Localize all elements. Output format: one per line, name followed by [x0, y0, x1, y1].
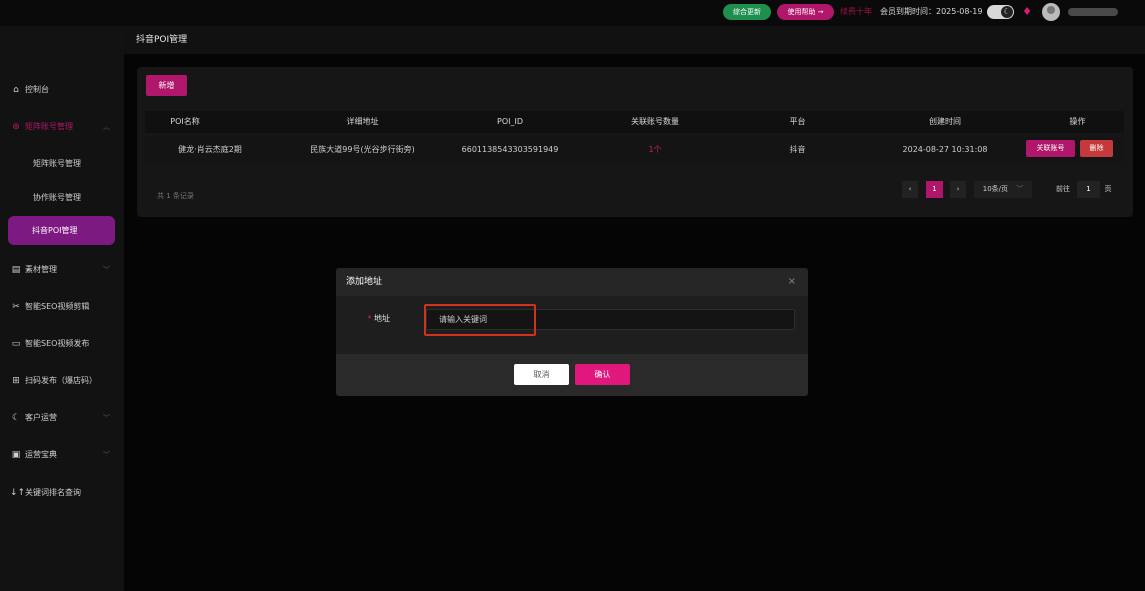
goto-page-input[interactable]: 1	[1077, 181, 1100, 198]
required-mark: *	[367, 314, 372, 323]
sidebar-item-ops-guide[interactable]: ▣ 运营宝典 ﹀	[0, 443, 124, 467]
sidebar-item-matrix-accounts[interactable]: ⊕ 矩阵账号管理 ︿	[0, 115, 124, 139]
sidebar-item-qr-publish[interactable]: ⊞ 扫码发布（爆店码）	[0, 369, 124, 393]
chevron-down-icon: ﹀	[103, 451, 110, 459]
customer-icon: ☾	[11, 413, 21, 423]
total-count: 共 1 条记录	[157, 192, 194, 200]
theme-toggle[interactable]: ☾	[987, 5, 1014, 19]
address-label: * 地址	[360, 310, 390, 328]
sidebar-item-label: 智能SEO视频发布	[25, 339, 90, 348]
sidebar-item-customer-ops[interactable]: ☾ 客户运营 ﹀	[0, 406, 124, 430]
dialog-footer: 取消 确认	[336, 354, 808, 396]
prev-page-button[interactable]: ‹	[902, 181, 918, 198]
column-header: POI名称	[170, 117, 200, 126]
sidebar-item-label: 矩阵账号管理	[25, 122, 73, 131]
moon-icon: ☾	[1001, 6, 1013, 18]
update-button[interactable]: 综合更新	[723, 4, 771, 20]
sidebar-item-materials[interactable]: ▤ 素材管理 ﹀	[0, 258, 124, 282]
page-title: 抖音POI管理	[124, 26, 1145, 54]
qrcode-icon: ⊞	[12, 376, 20, 386]
column-header: 关联账号数量	[631, 117, 679, 126]
top-bar: 综合更新 使用帮助 → 续费十年 会员到期时间：2025-08-19 ☾ ♦	[0, 0, 1145, 26]
sidebar-item-label: 控制台	[25, 85, 49, 94]
chevron-up-icon: ︿	[103, 123, 110, 131]
next-page-button[interactable]: ›	[950, 181, 966, 198]
page-number-current[interactable]: 1	[926, 181, 943, 198]
poi-panel: 新增 POI名称 详细地址 POI_ID 关联账号数量 平台 创建时间 操作 健…	[137, 67, 1133, 217]
sidebar-item-label: 关键词排名查询	[25, 488, 81, 497]
globe-icon: ⊕	[12, 122, 20, 132]
sidebar: ⌂ 控制台 ⊕ 矩阵账号管理 ︿ 矩阵账号管理 协作账号管理 抖音POI管理 ▤…	[0, 26, 124, 591]
sidebar-item-label: 智能SEO视频剪辑	[25, 302, 90, 311]
address-label-text: 地址	[374, 314, 390, 323]
home-icon: ⌂	[13, 85, 19, 95]
link-account-button[interactable]: 关联账号	[1026, 140, 1075, 157]
sidebar-item-label: 运营宝典	[25, 450, 57, 459]
confirm-button[interactable]: 确认	[575, 364, 630, 385]
sidebar-item-label: 素材管理	[25, 265, 57, 274]
table-row: 健龙·肖云杰庭2期 民族大道99号(光谷步行街旁) 66011385433035…	[145, 137, 1124, 163]
expire-text: 会员到期时间：2025-08-19	[880, 7, 983, 16]
column-header: 操作	[1069, 117, 1086, 126]
chevron-down-icon: ﹀	[103, 266, 110, 274]
column-header: 创建时间	[929, 117, 961, 126]
folder-icon: ▤	[11, 265, 21, 275]
sidebar-item-label: 客户运营	[25, 413, 57, 422]
renew-link[interactable]: 续费十年	[840, 6, 872, 18]
sidebar-subitem-douyin-poi[interactable]: 抖音POI管理	[8, 216, 115, 245]
linked-count-link[interactable]: 1个	[595, 137, 715, 163]
sidebar-item-seo-edit[interactable]: ✂ 智能SEO视频剪辑	[0, 295, 124, 319]
scissors-icon: ✂	[12, 302, 20, 312]
avatar[interactable]	[1042, 3, 1060, 21]
sidebar-subitem-collab-account[interactable]: 协作账号管理	[0, 186, 124, 210]
goto-label: 前往	[1056, 185, 1070, 193]
sidebar-item-keyword-rank[interactable]: ↓↑ 关键词排名查询	[0, 481, 124, 505]
delete-button[interactable]: 删除	[1080, 140, 1113, 157]
bell-icon[interactable]: ♦	[1020, 4, 1034, 20]
sidebar-item-dashboard[interactable]: ⌂ 控制台	[0, 78, 124, 102]
address-input[interactable]	[426, 309, 795, 330]
poi-address: 民族大道99号(光谷步行街旁)	[310, 145, 415, 154]
dialog-header: 添加地址 ×	[336, 268, 808, 296]
page-suffix: 页	[1104, 185, 1112, 193]
close-icon[interactable]: ×	[788, 268, 796, 296]
created-time: 2024-08-27 10:31:08	[902, 145, 988, 154]
add-button[interactable]: 新增	[146, 75, 187, 96]
sidebar-item-seo-publish[interactable]: ▭ 智能SEO视频发布	[0, 332, 124, 356]
dialog-title: 添加地址	[346, 277, 383, 287]
column-header: 平台	[789, 117, 806, 126]
table-header: POI名称 详细地址 POI_ID 关联账号数量 平台 创建时间 操作	[145, 111, 1124, 133]
book-icon: ▣	[11, 450, 21, 460]
page-size-value: 10条/页	[982, 185, 1009, 193]
column-header: POI_ID	[497, 117, 523, 126]
column-header: 详细地址	[346, 117, 379, 126]
poi-id: 6601138543303591949	[461, 145, 559, 154]
add-address-dialog: 添加地址 × * 地址 取消 确认	[336, 268, 808, 396]
sidebar-subitem-matrix-account[interactable]: 矩阵账号管理	[0, 152, 124, 176]
video-icon: ▭	[11, 339, 21, 349]
username-placeholder[interactable]	[1068, 8, 1118, 16]
page-size-select[interactable]: 10条/页 ﹀	[974, 181, 1032, 198]
chevron-down-icon: ﹀	[103, 414, 110, 422]
cancel-button[interactable]: 取消	[514, 364, 569, 385]
sidebar-item-label: 扫码发布（爆店码）	[25, 376, 97, 385]
help-button[interactable]: 使用帮助 →	[777, 4, 834, 20]
rank-icon: ↓↑	[10, 488, 26, 498]
poi-name: 健龙·肖云杰庭2期	[178, 145, 242, 154]
platform: 抖音	[789, 145, 806, 154]
chevron-down-icon: ﹀	[1016, 185, 1024, 193]
